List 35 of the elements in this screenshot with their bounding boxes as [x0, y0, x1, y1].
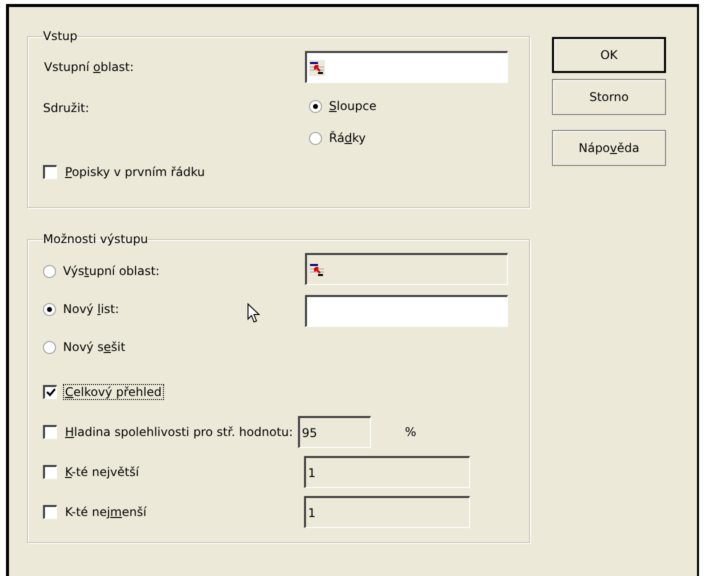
checkbox-label: K-té největší [64, 465, 140, 479]
radio-label: Řádky [328, 130, 367, 147]
radio-button[interactable] [43, 302, 56, 316]
radio-button[interactable] [309, 100, 322, 112]
radio-label: Sloupce [328, 98, 378, 115]
range-field[interactable] [305, 51, 508, 83]
checkbox-label: Popisky v prvním řádku [64, 164, 206, 181]
checkbox-label: Hladina spolehlivosti pro stř. hodnotu: [64, 425, 294, 439]
unit-label: % [404, 424, 416, 441]
field-label: Vstupní oblast: [43, 60, 135, 74]
group-title: Možnosti výstupu [43, 231, 148, 248]
checkbox-label: Celkový přehled [64, 385, 163, 399]
checkbox-label: K-té nejmenší [64, 505, 148, 519]
radio-label: Výstupní oblast: [62, 263, 161, 280]
dialog-button[interactable]: Nápověda [552, 130, 666, 166]
group-title: Vstup [43, 28, 78, 45]
dialog-button[interactable]: OK [552, 37, 666, 73]
radio-button[interactable] [309, 132, 322, 144]
text-field[interactable] [305, 295, 508, 327]
field-label: Sdružit: [43, 101, 90, 115]
checkbox[interactable] [43, 505, 57, 519]
checkbox[interactable] [43, 385, 57, 399]
radio-button[interactable] [43, 264, 56, 278]
field-value: 1 [308, 504, 316, 522]
pointer-cursor-icon [247, 303, 260, 324]
radio-label: Nový list: [62, 301, 120, 318]
checkbox[interactable] [43, 425, 57, 439]
field-value: 95 [302, 424, 318, 442]
field-value: 1 [308, 464, 316, 482]
checkbox[interactable] [43, 465, 57, 479]
radio-button[interactable] [43, 340, 56, 354]
radio-label: Nový sešit [62, 339, 126, 356]
range-select-icon[interactable] [309, 60, 325, 76]
dialog-button[interactable]: Storno [552, 79, 666, 115]
checkbox[interactable] [43, 165, 57, 179]
